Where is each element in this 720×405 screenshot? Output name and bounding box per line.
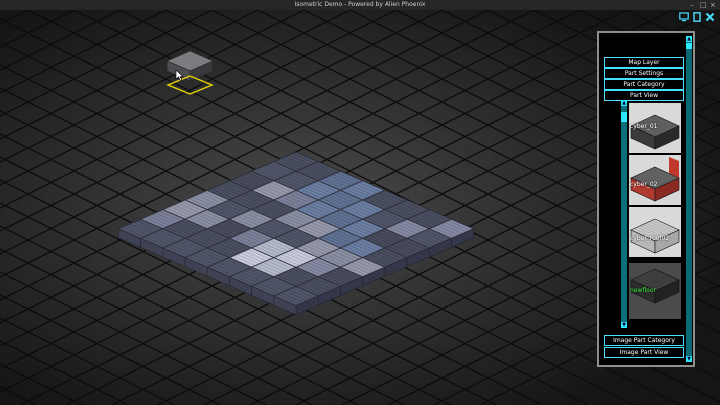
image-part-category-button[interactable]: Image Part Category [604, 335, 684, 346]
scroll-down-icon[interactable]: ▼ [686, 356, 692, 362]
part-preview-light [629, 207, 681, 257]
monitor-icon[interactable] [679, 12, 689, 22]
maximize-button[interactable]: □ [700, 0, 707, 10]
list-scroll-down-icon[interactable]: ▼ [621, 322, 627, 328]
list-scroll-up-icon[interactable]: ▲ [621, 100, 627, 106]
part-thumbnail[interactable]: cyber_02 [629, 155, 681, 205]
window-titlebar: Isometric Demo - Powered by Alien Phoeni… [0, 0, 720, 10]
image-part-view-button[interactable]: Image Part View [604, 347, 684, 358]
part-thumbnail[interactable]: cyber_01 [629, 103, 681, 153]
panel-scrollbar[interactable]: ▲ ▼ [686, 36, 692, 362]
part-label: cyber_01 [630, 123, 658, 130]
minimize-button[interactable]: – [690, 0, 694, 10]
map-layer-button[interactable]: Map Layer [604, 57, 684, 68]
part-label: cyber_02 [630, 181, 658, 188]
window-close-button[interactable]: × [710, 0, 716, 10]
list-scroll-thumb[interactable] [621, 112, 627, 122]
window-title: Isometric Demo - Powered by Alien Phoeni… [294, 1, 426, 8]
scroll-up-icon[interactable]: ▲ [686, 36, 692, 42]
part-preview-red [629, 155, 681, 205]
editor-panel: ▲ ▼ Map Layer Part Settings Part Categor… [597, 31, 695, 367]
part-label: cyber_roof02 [630, 235, 670, 242]
part-view-button[interactable]: Part View [604, 90, 684, 101]
part-thumbnail-selected[interactable]: newfloor [629, 263, 681, 319]
window-icon[interactable] [692, 12, 702, 22]
scroll-thumb[interactable] [686, 43, 692, 49]
part-label-selected: newfloor [630, 287, 656, 294]
part-category-button[interactable]: Part Category [604, 79, 684, 90]
part-settings-button[interactable]: Part Settings [604, 68, 684, 79]
part-thumbnail[interactable]: cyber_roof02 [629, 207, 681, 257]
part-list-scrollbar[interactable]: ▲ ▼ [621, 100, 627, 328]
close-icon[interactable] [705, 12, 715, 22]
